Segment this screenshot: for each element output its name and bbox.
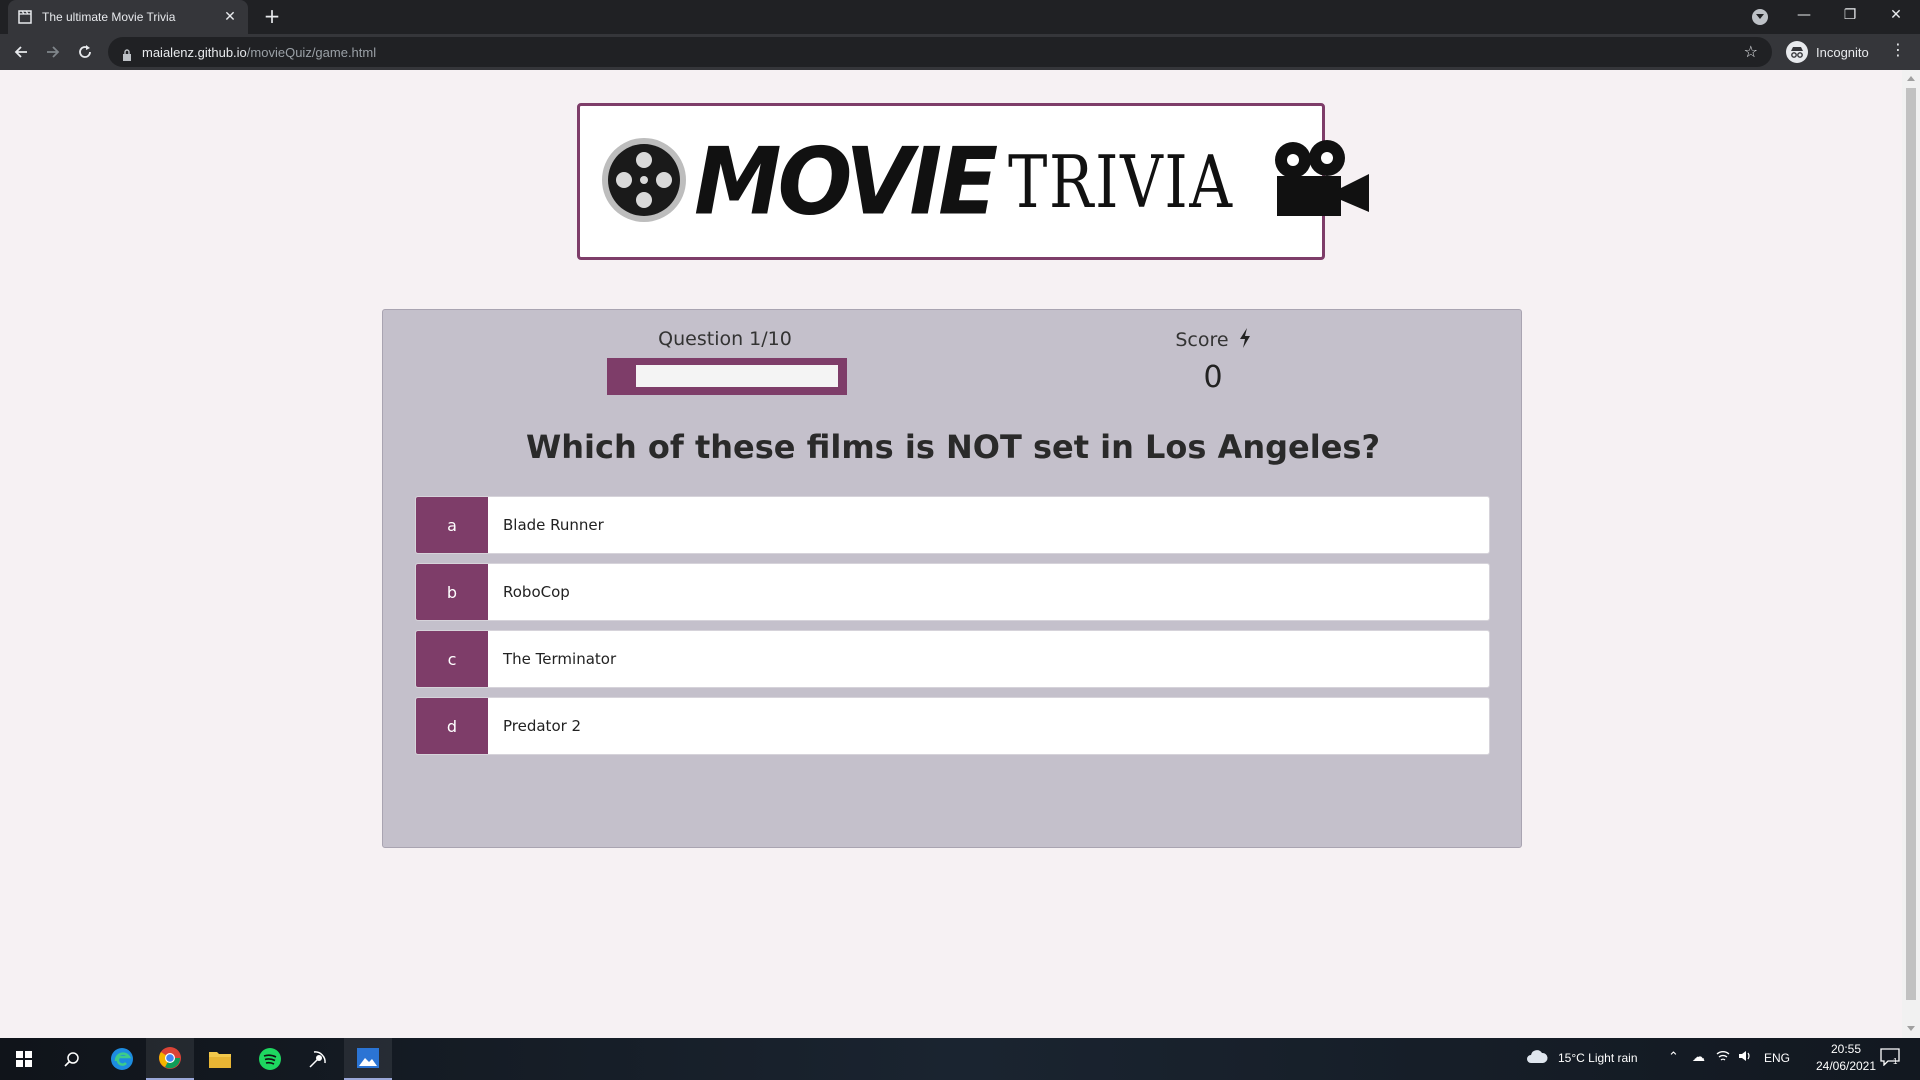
volume-icon[interactable]	[1738, 1050, 1752, 1066]
choice-text: Predator 2	[503, 717, 582, 735]
choice-text: Blade Runner	[503, 516, 604, 534]
choice-prefix: d	[416, 698, 488, 754]
scroll-thumb[interactable]	[1906, 88, 1916, 1000]
scroll-up-icon[interactable]	[1907, 76, 1915, 81]
incognito-label: Incognito	[1816, 44, 1869, 60]
scroll-down-icon[interactable]	[1907, 1026, 1915, 1031]
bookmark-star-icon[interactable]: ☆	[1744, 42, 1758, 61]
search-icon[interactable]	[48, 1038, 96, 1080]
lightning-bolt-icon	[1239, 328, 1251, 353]
movie-camera-icon	[1269, 138, 1371, 226]
quiz-card: Question 1/10 Score 0 Which of these fil…	[382, 309, 1522, 848]
browser-tab[interactable]: The ultimate Movie Trivia ✕	[8, 0, 248, 34]
progress-track	[636, 365, 838, 387]
choice-text: The Terminator	[503, 650, 617, 668]
input-language[interactable]: ENG	[1764, 1051, 1790, 1065]
weather-cloud-icon[interactable]	[1526, 1048, 1548, 1068]
choice-c[interactable]: c The Terminator	[415, 630, 1490, 688]
lock-icon	[122, 46, 132, 61]
page-content: MOVIE TRIVIA Question 1/10 Score 0 Which…	[0, 70, 1902, 1038]
forward-arrow-icon[interactable]	[41, 40, 65, 64]
notification-count: 1	[1893, 1057, 1898, 1066]
back-arrow-icon[interactable]	[9, 40, 33, 64]
chevron-up-icon[interactable]: ⌃	[1668, 1050, 1679, 1065]
choice-text: RoboCop	[503, 583, 570, 601]
photos-icon[interactable]	[344, 1038, 392, 1080]
reload-icon[interactable]	[73, 40, 97, 64]
browser-toolbar: maialenz.github.io/movieQuiz/game.html ☆…	[0, 34, 1920, 70]
clapperboard-icon	[18, 10, 32, 24]
spotify-icon[interactable]	[246, 1038, 294, 1080]
movie-trivia-logo: MOVIE TRIVIA	[577, 103, 1370, 260]
clock-time[interactable]: 20:55	[1816, 1042, 1876, 1056]
windows-taskbar: 15°C Light rain ⌃ ☁ ENG 20:55 24/06/2021…	[0, 1038, 1920, 1080]
file-explorer-icon[interactable]	[196, 1038, 244, 1080]
restore-button[interactable]: ❐	[1827, 0, 1873, 30]
windows-start-icon[interactable]	[0, 1038, 48, 1080]
logo-word-trivia: TRIVIA	[1008, 139, 1234, 224]
browser-tab-strip: The ultimate Movie Trivia ✕ + — ❐ ✕	[0, 0, 1920, 34]
url-text: maialenz.github.io/movieQuiz/game.html	[142, 45, 376, 60]
choice-prefix: a	[416, 497, 488, 553]
tab-close-icon[interactable]: ✕	[222, 9, 238, 25]
weather-text[interactable]: 15°C Light rain	[1558, 1051, 1638, 1065]
question-counter: Question 1/10	[658, 328, 792, 350]
more-menu-icon[interactable]: ⋮	[1890, 40, 1906, 59]
choices-list: a Blade Runner b RoboCop c The Terminato…	[415, 496, 1490, 764]
page-scrollbar[interactable]	[1902, 70, 1920, 1038]
clock-date[interactable]: 24/06/2021	[1802, 1059, 1890, 1073]
close-window-button[interactable]: ✕	[1873, 0, 1919, 30]
choice-a[interactable]: a Blade Runner	[415, 496, 1490, 554]
choice-prefix: b	[416, 564, 488, 620]
notification-center-icon[interactable]: 1	[1880, 1048, 1900, 1070]
chrome-icon[interactable]	[146, 1038, 194, 1080]
wifi-icon[interactable]	[1716, 1050, 1730, 1066]
new-tab-button[interactable]: +	[260, 5, 284, 29]
choice-b[interactable]: b RoboCop	[415, 563, 1490, 621]
incognito-icon	[1786, 41, 1808, 63]
film-reel-icon	[600, 136, 688, 228]
address-bar[interactable]: maialenz.github.io/movieQuiz/game.html ☆	[108, 37, 1772, 67]
onedrive-cloud-icon[interactable]: ☁	[1692, 1050, 1705, 1065]
logo-word-movie: MOVIE	[694, 127, 998, 236]
url-host: maialenz.github.io	[142, 44, 247, 60]
satellite-app-icon[interactable]	[294, 1038, 342, 1080]
url-path: /movieQuiz/game.html	[246, 44, 377, 60]
question-text: Which of these films is NOT set in Los A…	[525, 428, 1381, 466]
choice-d[interactable]: d Predator 2	[415, 697, 1490, 755]
score-value: 0	[1203, 360, 1223, 395]
incognito-indicator[interactable]: Incognito	[1786, 39, 1869, 65]
score-heading: Score	[1143, 328, 1283, 353]
tab-title: The ultimate Movie Trivia	[42, 10, 176, 24]
profile-dropdown-icon[interactable]	[1752, 9, 1768, 25]
minimize-button[interactable]: —	[1781, 0, 1827, 30]
score-label: Score	[1175, 329, 1229, 351]
choice-prefix: c	[416, 631, 488, 687]
edge-icon[interactable]	[98, 1038, 146, 1080]
progress-bar	[607, 358, 847, 395]
